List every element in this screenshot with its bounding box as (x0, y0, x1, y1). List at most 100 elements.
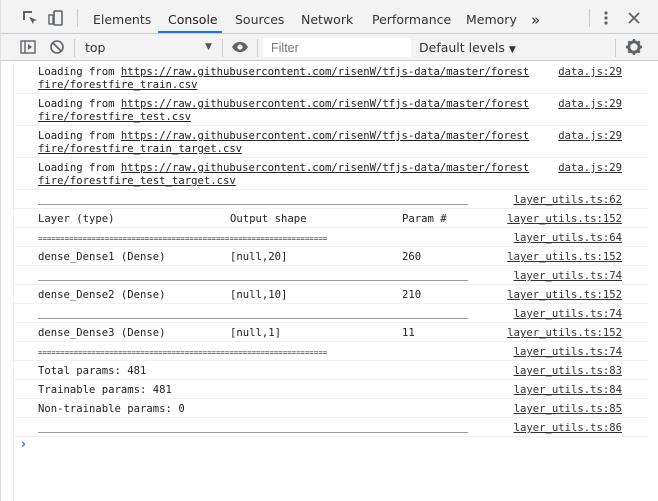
url-link[interactable]: fire/forestfire_train.csv (38, 79, 197, 91)
summary-rule (38, 280, 468, 281)
url-link[interactable]: fire/forestfire_test.csv (38, 111, 191, 123)
tab-network[interactable]: Network (301, 0, 353, 34)
source-link[interactable]: data.js:29 (558, 162, 622, 175)
source-link[interactable]: data.js:29 (558, 98, 622, 111)
console-message: dense_Dense2 (Dense) [null,10] 210 layer… (14, 285, 648, 304)
console-message: Layer (type) Output shape Param # layer_… (14, 209, 648, 228)
console-message: dense_Dense3 (Dense) [null,1] 11 layer_u… (14, 323, 648, 342)
filter-input[interactable] (263, 38, 411, 57)
message-prefix: Loading from (38, 98, 121, 110)
console-message: Trainable params: 481 layer_utils.ts:84 (14, 380, 648, 399)
chevron-down-icon: ▼ (508, 45, 516, 55)
tab-console[interactable]: Console (168, 0, 218, 34)
console-message: Loading from https://raw.githubuserconte… (14, 94, 648, 126)
active-tab-indicator (158, 31, 222, 33)
total-params: Total params: 481 (38, 365, 147, 377)
gear-icon[interactable] (625, 38, 643, 56)
summary-col-layer: dense_Dense2 (Dense) (38, 289, 166, 301)
clear-console-icon[interactable] (48, 38, 66, 56)
message-prefix: Loading from (38, 66, 121, 78)
console-message: Loading from https://raw.githubuserconte… (14, 126, 648, 158)
toolbar-divider (589, 9, 590, 27)
summary-rule (38, 204, 468, 205)
inspect-element-icon[interactable] (21, 9, 39, 27)
close-icon[interactable] (625, 9, 643, 27)
console-toolbar: top ▼ Default levels ▼ (1, 34, 658, 61)
summary-col-params: 11 (402, 327, 415, 339)
toolbar-divider (74, 39, 75, 57)
chevron-prompt-icon[interactable]: › (21, 437, 26, 451)
source-link[interactable]: layer_utils.ts:152 (507, 289, 622, 302)
console-message: dense_Dense1 (Dense) [null,20] 260 layer… (14, 247, 648, 266)
source-link[interactable]: layer_utils.ts:74 (514, 346, 622, 359)
console-message: layer_utils.ts:74 (14, 266, 648, 285)
summary-col-layer: dense_Dense3 (Dense) (38, 327, 166, 339)
source-link[interactable]: layer_utils.ts:64 (514, 232, 622, 245)
toolbar-divider (222, 39, 223, 57)
url-link[interactable]: https://raw.githubusercontent.com/risenW… (121, 130, 529, 142)
summary-col-params: Param # (402, 213, 447, 225)
toolbar-divider (77, 9, 78, 27)
summary-col-shape: [null,1] (230, 327, 282, 339)
message-prefix: Loading from (38, 162, 121, 174)
device-toolbar-icon[interactable] (47, 9, 65, 27)
context-selector[interactable]: top (85, 34, 215, 61)
summary-col-shape: [null,20] (230, 251, 288, 263)
console-message: layer_utils.ts:74 (14, 304, 648, 323)
toolbar-divider (257, 39, 258, 57)
summary-col-shape: Output shape (230, 213, 307, 225)
source-link[interactable]: layer_utils.ts:152 (507, 327, 622, 340)
summary-col-params: 210 (402, 289, 422, 301)
message-prefix: Loading from (38, 130, 121, 142)
console-message: ========================================… (14, 228, 648, 247)
summary-double-rule: ========================================… (38, 348, 328, 357)
source-link[interactable]: layer_utils.ts:152 (507, 213, 622, 226)
devtools-panel: Elements Console Sources Network Perform… (0, 0, 658, 501)
source-link[interactable]: layer_utils.ts:83 (514, 365, 622, 378)
url-link[interactable]: https://raw.githubusercontent.com/risenW… (121, 98, 529, 110)
live-expression-eye-icon[interactable] (231, 38, 249, 56)
toolbar-divider (615, 39, 616, 57)
source-link[interactable]: layer_utils.ts:84 (514, 384, 622, 397)
devtools-tab-bar: Elements Console Sources Network Perform… (1, 0, 658, 34)
summary-col-shape: [null,10] (230, 289, 288, 301)
console-output: Loading from https://raw.githubuserconte… (13, 62, 658, 501)
summary-rule (38, 318, 468, 319)
console-message: layer_utils.ts:86 (14, 418, 648, 437)
source-link[interactable]: layer_utils.ts:74 (514, 308, 622, 321)
tab-performance[interactable]: Performance (372, 0, 451, 34)
summary-double-rule: ========================================… (38, 234, 328, 243)
source-link[interactable]: layer_utils.ts:85 (514, 403, 622, 416)
console-message: Loading from https://raw.githubuserconte… (14, 158, 648, 190)
tab-memory[interactable]: Memory (466, 0, 517, 34)
log-levels-label: Default levels (419, 40, 505, 55)
summary-rule (38, 432, 468, 433)
source-link[interactable]: layer_utils.ts:62 (514, 194, 622, 207)
summary-col-layer: Layer (type) (38, 213, 115, 225)
console-sidebar-icon[interactable] (19, 38, 37, 56)
console-message: layer_utils.ts:62 (14, 190, 648, 209)
source-link[interactable]: layer_utils.ts:74 (514, 270, 622, 283)
more-tabs-button[interactable]: » (531, 0, 540, 34)
source-link[interactable]: data.js:29 (558, 130, 622, 143)
tab-elements[interactable]: Elements (93, 0, 151, 34)
console-message: ========================================… (14, 342, 648, 361)
summary-col-layer: dense_Dense1 (Dense) (38, 251, 166, 263)
tab-sources[interactable]: Sources (235, 0, 284, 34)
console-message: Total params: 481 layer_utils.ts:83 (14, 361, 648, 380)
source-link[interactable]: layer_utils.ts:86 (514, 422, 622, 435)
kebab-menu-icon[interactable] (597, 9, 615, 27)
url-link[interactable]: https://raw.githubusercontent.com/risenW… (121, 66, 529, 78)
non-trainable-params: Non-trainable params: 0 (38, 403, 185, 415)
summary-col-params: 260 (402, 251, 422, 263)
log-levels-dropdown[interactable]: Default levels ▼ (419, 34, 516, 61)
source-link[interactable]: data.js:29 (558, 66, 622, 79)
console-message: Non-trainable params: 0 layer_utils.ts:8… (14, 399, 648, 418)
console-message: Loading from https://raw.githubuserconte… (14, 62, 648, 94)
trainable-params: Trainable params: 481 (38, 384, 172, 396)
chevron-down-icon: ▼ (205, 42, 212, 52)
source-link[interactable]: layer_utils.ts:152 (507, 251, 622, 264)
url-link[interactable]: fire/forestfire_train_target.csv (38, 143, 242, 155)
url-link[interactable]: fire/forestfire_test_target.csv (38, 175, 236, 187)
url-link[interactable]: https://raw.githubusercontent.com/risenW… (121, 162, 529, 174)
